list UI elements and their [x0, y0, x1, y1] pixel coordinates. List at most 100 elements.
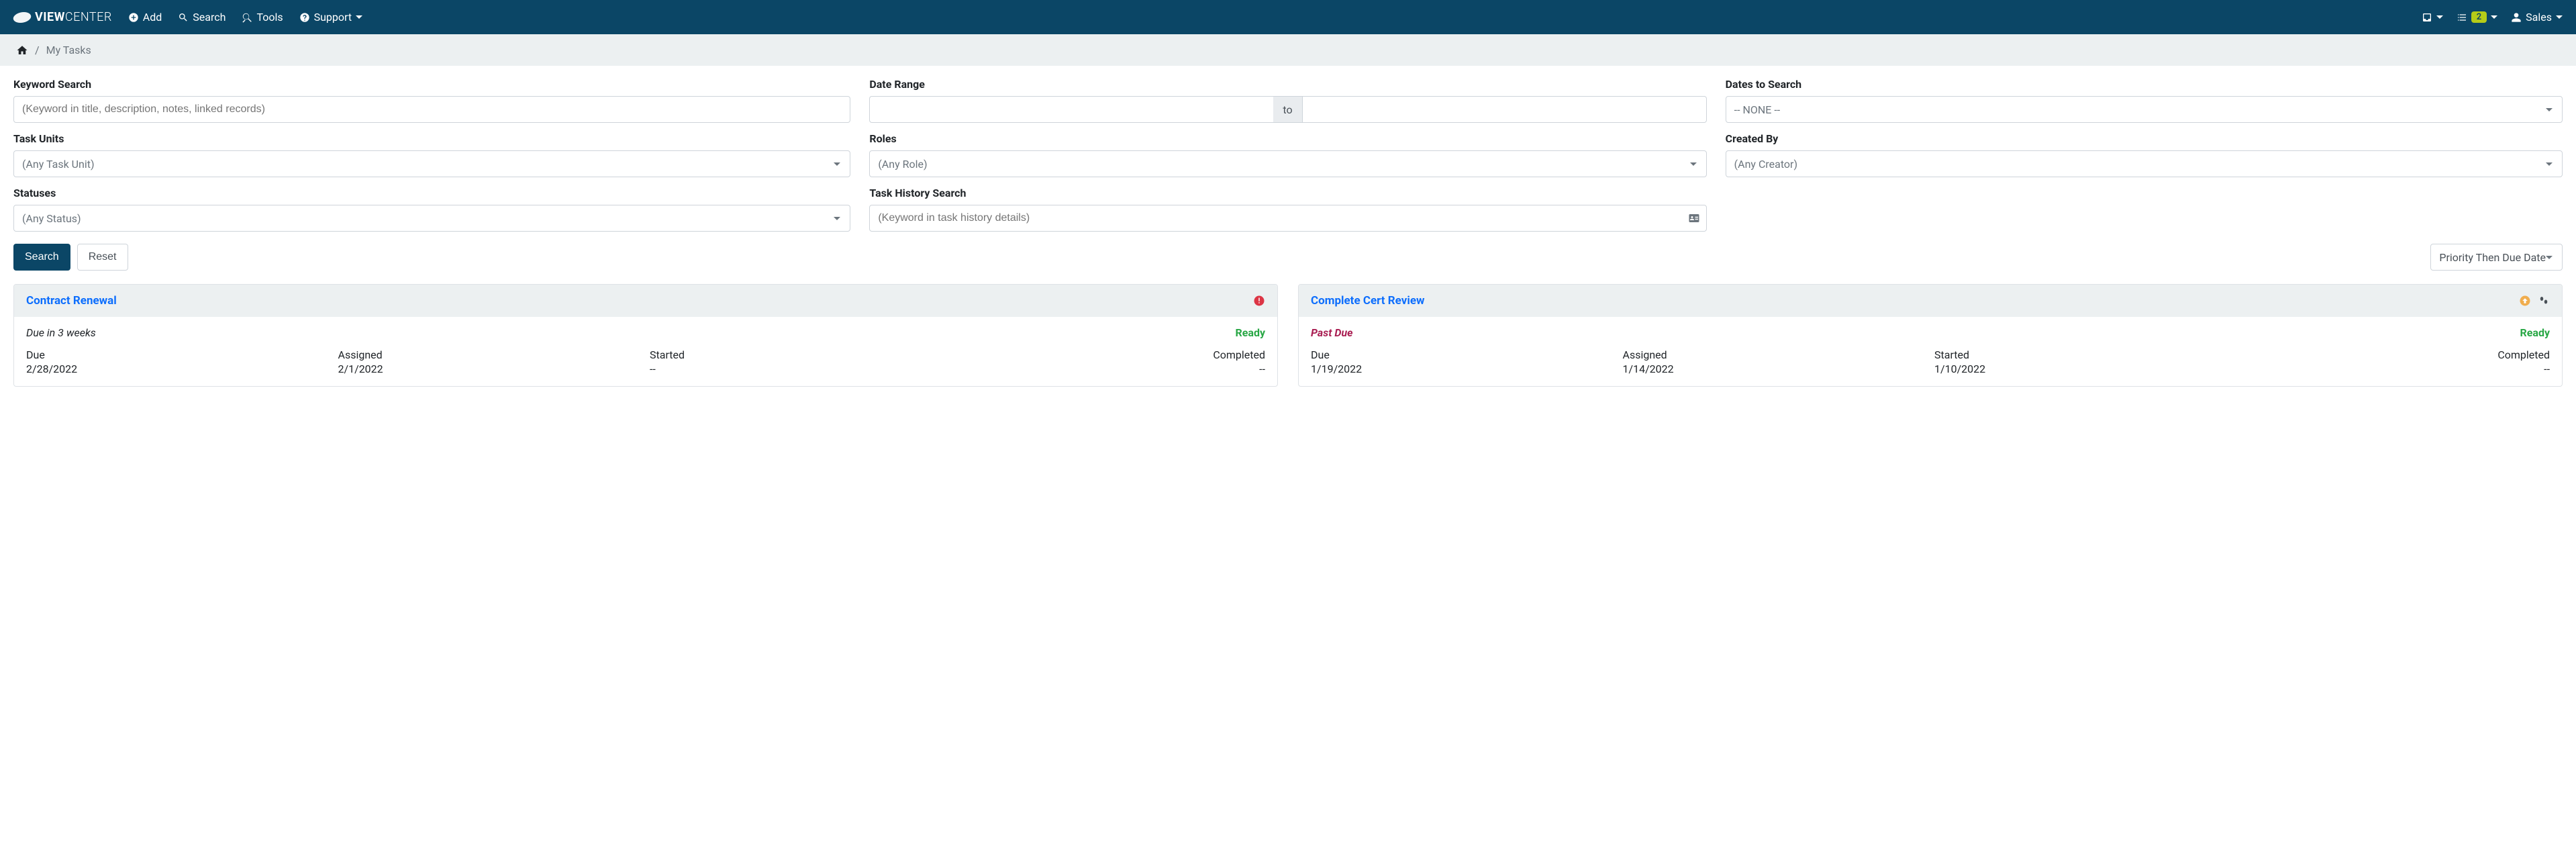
status-badge: Ready — [2520, 326, 2550, 339]
brand-text-2: CENTER — [65, 10, 112, 24]
nav-user[interactable]: Sales — [2511, 11, 2563, 23]
meta-label-started: Started — [650, 348, 954, 361]
meta-label-assigned: Assigned — [1623, 348, 1927, 361]
caret-down-icon — [834, 162, 840, 166]
arrow-up-circle-icon — [2519, 295, 2531, 307]
caret-down-icon — [834, 217, 840, 220]
meta-value-completed: -- — [2246, 363, 2550, 375]
label-task-units: Task Units — [13, 132, 850, 145]
breadcrumb-current: My Tasks — [46, 44, 91, 56]
select-dates-to-search-value: -- NONE -- — [1734, 103, 1781, 116]
status-badge: Ready — [1235, 326, 1265, 339]
meta-value-due: 1/19/2022 — [1311, 363, 1615, 375]
caret-down-icon — [356, 14, 362, 21]
select-roles[interactable]: (Any Role) — [869, 150, 1706, 177]
due-note: Due in 3 weeks — [26, 326, 96, 339]
label-date-range: Date Range — [869, 78, 1706, 91]
label-dates-to-search: Dates to Search — [1726, 78, 2563, 91]
select-task-units-value: (Any Task Unit) — [22, 158, 95, 171]
sort-select[interactable]: Priority Then Due Date — [2430, 244, 2563, 271]
nav-tools-label: Tools — [256, 11, 283, 23]
meta-label-due: Due — [26, 348, 330, 361]
brand-logo-text[interactable]: VIEWCENTER — [13, 10, 112, 24]
nav-tasks[interactable]: 2 — [2457, 11, 2497, 23]
nav-add[interactable]: Add — [128, 11, 162, 23]
tools-icon — [242, 12, 252, 23]
card-title-link[interactable]: Complete Cert Review — [1311, 294, 1425, 307]
meta-value-assigned: 1/14/2022 — [1623, 363, 1927, 375]
sort-select-value: Priority Then Due Date — [2439, 251, 2546, 264]
task-count-badge: 2 — [2471, 11, 2487, 23]
search-icon — [178, 12, 189, 23]
reset-button[interactable]: Reset — [77, 244, 128, 271]
meta-label-due: Due — [1311, 348, 1615, 361]
date-range-to-label: to — [1273, 96, 1302, 123]
home-icon[interactable] — [16, 44, 28, 56]
select-statuses[interactable]: (Any Status) — [13, 205, 850, 232]
field-date-range: Date Range to — [869, 78, 1706, 123]
task-card: Contract Renewal Due in 3 weeks Ready Du… — [13, 284, 1278, 387]
meta-label-started: Started — [1934, 348, 2238, 361]
card-body: Past Due Ready Due1/19/2022 Assigned1/14… — [1299, 317, 2562, 386]
nav-search[interactable]: Search — [178, 11, 226, 23]
nav-inbox[interactable] — [2422, 12, 2443, 23]
caret-down-icon — [2556, 14, 2563, 21]
id-card-icon[interactable] — [1688, 212, 1700, 224]
label-task-history: Task History Search — [869, 187, 1706, 199]
field-task-units: Task Units (Any Task Unit) — [13, 132, 850, 177]
caret-down-icon — [2436, 14, 2443, 21]
navbar-right: 2 Sales — [2422, 11, 2563, 23]
caret-down-icon — [2546, 108, 2553, 111]
input-task-history[interactable] — [869, 205, 1706, 232]
nav-support[interactable]: Support — [299, 11, 362, 23]
field-created-by: Created By (Any Creator) — [1726, 132, 2563, 177]
meta-value-due: 2/28/2022 — [26, 363, 330, 375]
input-keyword[interactable] — [13, 96, 850, 123]
meta-value-started: 1/10/2022 — [1934, 363, 2238, 375]
nav-add-label: Add — [143, 11, 162, 23]
meta-label-assigned: Assigned — [338, 348, 642, 361]
user-icon — [2511, 12, 2522, 23]
navbar-left: VIEWCENTER Add Search Tools Support — [13, 10, 362, 24]
meta-value-assigned: 2/1/2022 — [338, 363, 642, 375]
select-task-units[interactable]: (Any Task Unit) — [13, 150, 850, 177]
label-keyword: Keyword Search — [13, 78, 850, 91]
meta-label-completed: Completed — [962, 348, 1266, 361]
field-dates-to-search: Dates to Search -- NONE -- — [1726, 78, 2563, 123]
select-dates-to-search[interactable]: -- NONE -- — [1726, 96, 2563, 123]
meta-value-completed: -- — [962, 363, 1266, 375]
plus-circle-icon — [128, 12, 139, 23]
top-navbar: VIEWCENTER Add Search Tools Support 2 — [0, 0, 2576, 34]
brand-text-1: VIEW — [35, 10, 65, 24]
breadcrumb-sep: / — [35, 44, 40, 56]
card-title-link[interactable]: Contract Renewal — [26, 294, 117, 307]
brand-logo-icon — [11, 12, 32, 23]
search-button[interactable]: Search — [13, 244, 70, 271]
field-keyword: Keyword Search — [13, 78, 850, 123]
caret-down-icon — [2546, 256, 2553, 259]
label-roles: Roles — [869, 132, 1706, 145]
help-circle-icon — [299, 12, 310, 23]
field-statuses: Statuses (Any Status) — [13, 187, 850, 232]
caret-down-icon — [2491, 14, 2497, 21]
select-created-by[interactable]: (Any Creator) — [1726, 150, 2563, 177]
select-roles-value: (Any Role) — [878, 158, 927, 171]
footsteps-icon — [2538, 295, 2550, 307]
caret-down-icon — [2546, 162, 2553, 166]
card-body: Due in 3 weeks Ready Due 2/28/2022 Assign… — [14, 317, 1277, 386]
priority-high-icon — [1253, 295, 1265, 307]
label-statuses: Statuses — [13, 187, 850, 199]
date-from-input[interactable] — [869, 96, 1273, 123]
breadcrumb: / My Tasks — [0, 34, 2576, 66]
caret-down-icon — [1690, 162, 1697, 166]
checklist-icon — [2457, 12, 2467, 23]
nav-tools[interactable]: Tools — [242, 11, 283, 23]
card-header: Contract Renewal — [14, 285, 1277, 317]
label-created-by: Created By — [1726, 132, 2563, 145]
date-to-input[interactable] — [1303, 96, 1707, 123]
cards-area: Contract Renewal Due in 3 weeks Ready Du… — [0, 284, 2576, 400]
field-roles: Roles (Any Role) — [869, 132, 1706, 177]
meta-value-started: -- — [650, 363, 954, 375]
nav-support-label: Support — [314, 11, 352, 23]
inbox-icon — [2422, 12, 2432, 23]
